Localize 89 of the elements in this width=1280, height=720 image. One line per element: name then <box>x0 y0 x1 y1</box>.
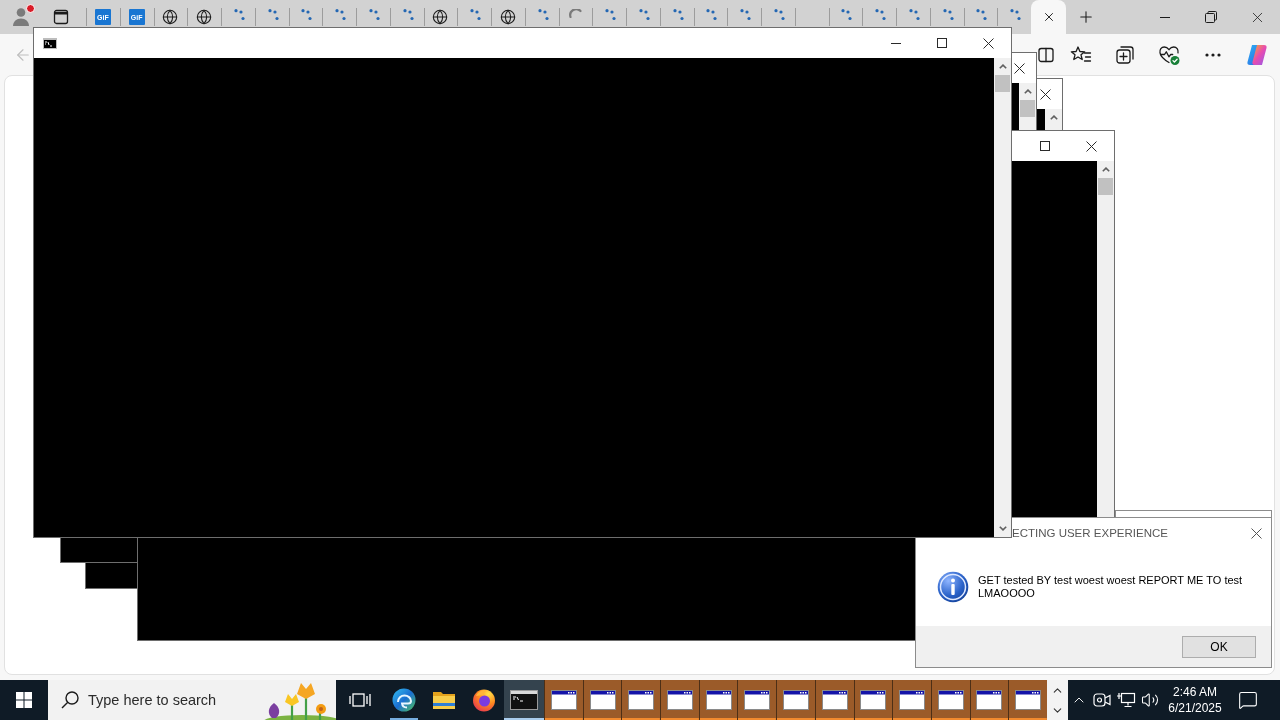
maximize-icon <box>1040 141 1050 151</box>
window-icon <box>782 690 809 710</box>
loading-dots-icon <box>838 9 853 21</box>
scrollbar-thumb[interactable] <box>995 75 1010 92</box>
window-icon <box>899 690 926 710</box>
collections-plus-icon <box>1115 44 1135 65</box>
window-icon <box>976 690 1003 710</box>
window-icon <box>744 690 771 710</box>
taskbar-app-button[interactable] <box>1008 680 1047 720</box>
loading-dots-icon <box>737 9 752 21</box>
loading-dots-icon <box>467 9 482 21</box>
window-icon <box>1015 690 1042 710</box>
caret-up-icon <box>1023 89 1032 94</box>
taskbar-app-button[interactable] <box>698 680 738 720</box>
star-list-icon <box>1070 44 1092 65</box>
loading-arc-icon <box>568 9 582 18</box>
window-icon <box>550 690 577 710</box>
dialog-title: ECTING USER EXPERIENCE <box>1012 527 1168 539</box>
taskbar-app-button[interactable] <box>582 680 622 720</box>
search-field[interactable]: Type here to search <box>48 680 336 720</box>
swirl-icon <box>392 688 416 712</box>
globe-icon <box>432 9 449 25</box>
restore-icon <box>1205 11 1217 23</box>
clock-time[interactable]: 2:46 AM <box>1173 685 1217 699</box>
close-icon <box>1014 62 1025 74</box>
globe-icon <box>162 9 179 25</box>
loading-dots-icon <box>872 9 887 21</box>
speaker-icon <box>1141 691 1159 709</box>
folder-icon <box>432 690 456 710</box>
ellipsis-icon <box>1205 52 1221 57</box>
notifications-icon <box>1238 690 1258 710</box>
maximize-icon <box>937 38 947 48</box>
loading-dots-icon <box>703 9 718 21</box>
window-icon <box>821 690 848 710</box>
loading-dots-icon <box>298 9 313 21</box>
info-icon <box>937 571 969 603</box>
caret-up-icon <box>1101 167 1110 172</box>
window-icon <box>589 690 616 710</box>
caret-down-icon <box>998 526 1007 531</box>
task-view-icon <box>349 691 371 709</box>
close-icon <box>982 37 994 49</box>
heart-pulse-icon <box>1158 43 1180 66</box>
search-icon <box>60 690 80 710</box>
window-icon <box>937 690 964 710</box>
minimize-icon <box>891 42 901 44</box>
loading-dots-icon <box>602 9 617 21</box>
plus-icon <box>1077 8 1095 26</box>
clock-date[interactable]: 6/21/2025 <box>1168 701 1222 715</box>
loading-dots-icon <box>1007 9 1022 21</box>
taskbar-app-button[interactable] <box>737 680 777 720</box>
taskbar-app-button[interactable] <box>969 680 1009 720</box>
taskbar-app-button[interactable] <box>814 680 854 720</box>
window-icon <box>666 690 693 710</box>
split-panel-icon <box>1038 46 1054 63</box>
search-input[interactable]: Type here to search <box>88 688 250 712</box>
globe-icon <box>499 9 516 25</box>
network-monitor-icon <box>1116 692 1136 708</box>
close-icon <box>1040 88 1051 100</box>
taskbar-app-button[interactable] <box>621 680 661 720</box>
terminal-icon <box>510 690 538 710</box>
taskbar-app-button[interactable] <box>504 680 544 720</box>
start-logo-icon <box>16 692 32 708</box>
dialog-message: GET tested BY test woest woest REPORT ME TO test LMAOOOO <box>978 574 1244 600</box>
loading-dots-icon <box>973 9 988 21</box>
window-tabs-icon <box>53 9 69 25</box>
taskbar-app-button[interactable] <box>660 680 699 720</box>
caret-up-icon <box>1049 115 1058 120</box>
loading-dots-icon <box>332 9 347 21</box>
taskbar-app-button[interactable] <box>853 680 893 720</box>
terminal-icon <box>43 37 57 49</box>
taskbar-app-button[interactable] <box>892 680 931 720</box>
window-icon <box>705 690 732 710</box>
caret-up-icon <box>998 64 1007 69</box>
window-icon <box>628 690 655 710</box>
scrollbar-thumb[interactable] <box>1020 100 1035 117</box>
flame-globe-icon <box>472 688 496 712</box>
taskbar-app-button[interactable] <box>776 680 815 720</box>
close-icon <box>1085 140 1097 152</box>
taskbar-app-button[interactable] <box>544 680 583 720</box>
scrollbar-thumb[interactable] <box>1098 178 1113 195</box>
video-camera-icon <box>1093 692 1111 708</box>
gradient-logo-icon <box>1245 42 1269 67</box>
close-icon <box>1250 527 1262 539</box>
avatar-icon <box>11 6 31 26</box>
globe-icon <box>196 9 213 25</box>
taskbar-app-button[interactable] <box>930 680 970 720</box>
dialog-button[interactable]: OK <box>1182 635 1256 658</box>
minimize-icon <box>1160 16 1170 18</box>
window-icon <box>860 690 887 710</box>
